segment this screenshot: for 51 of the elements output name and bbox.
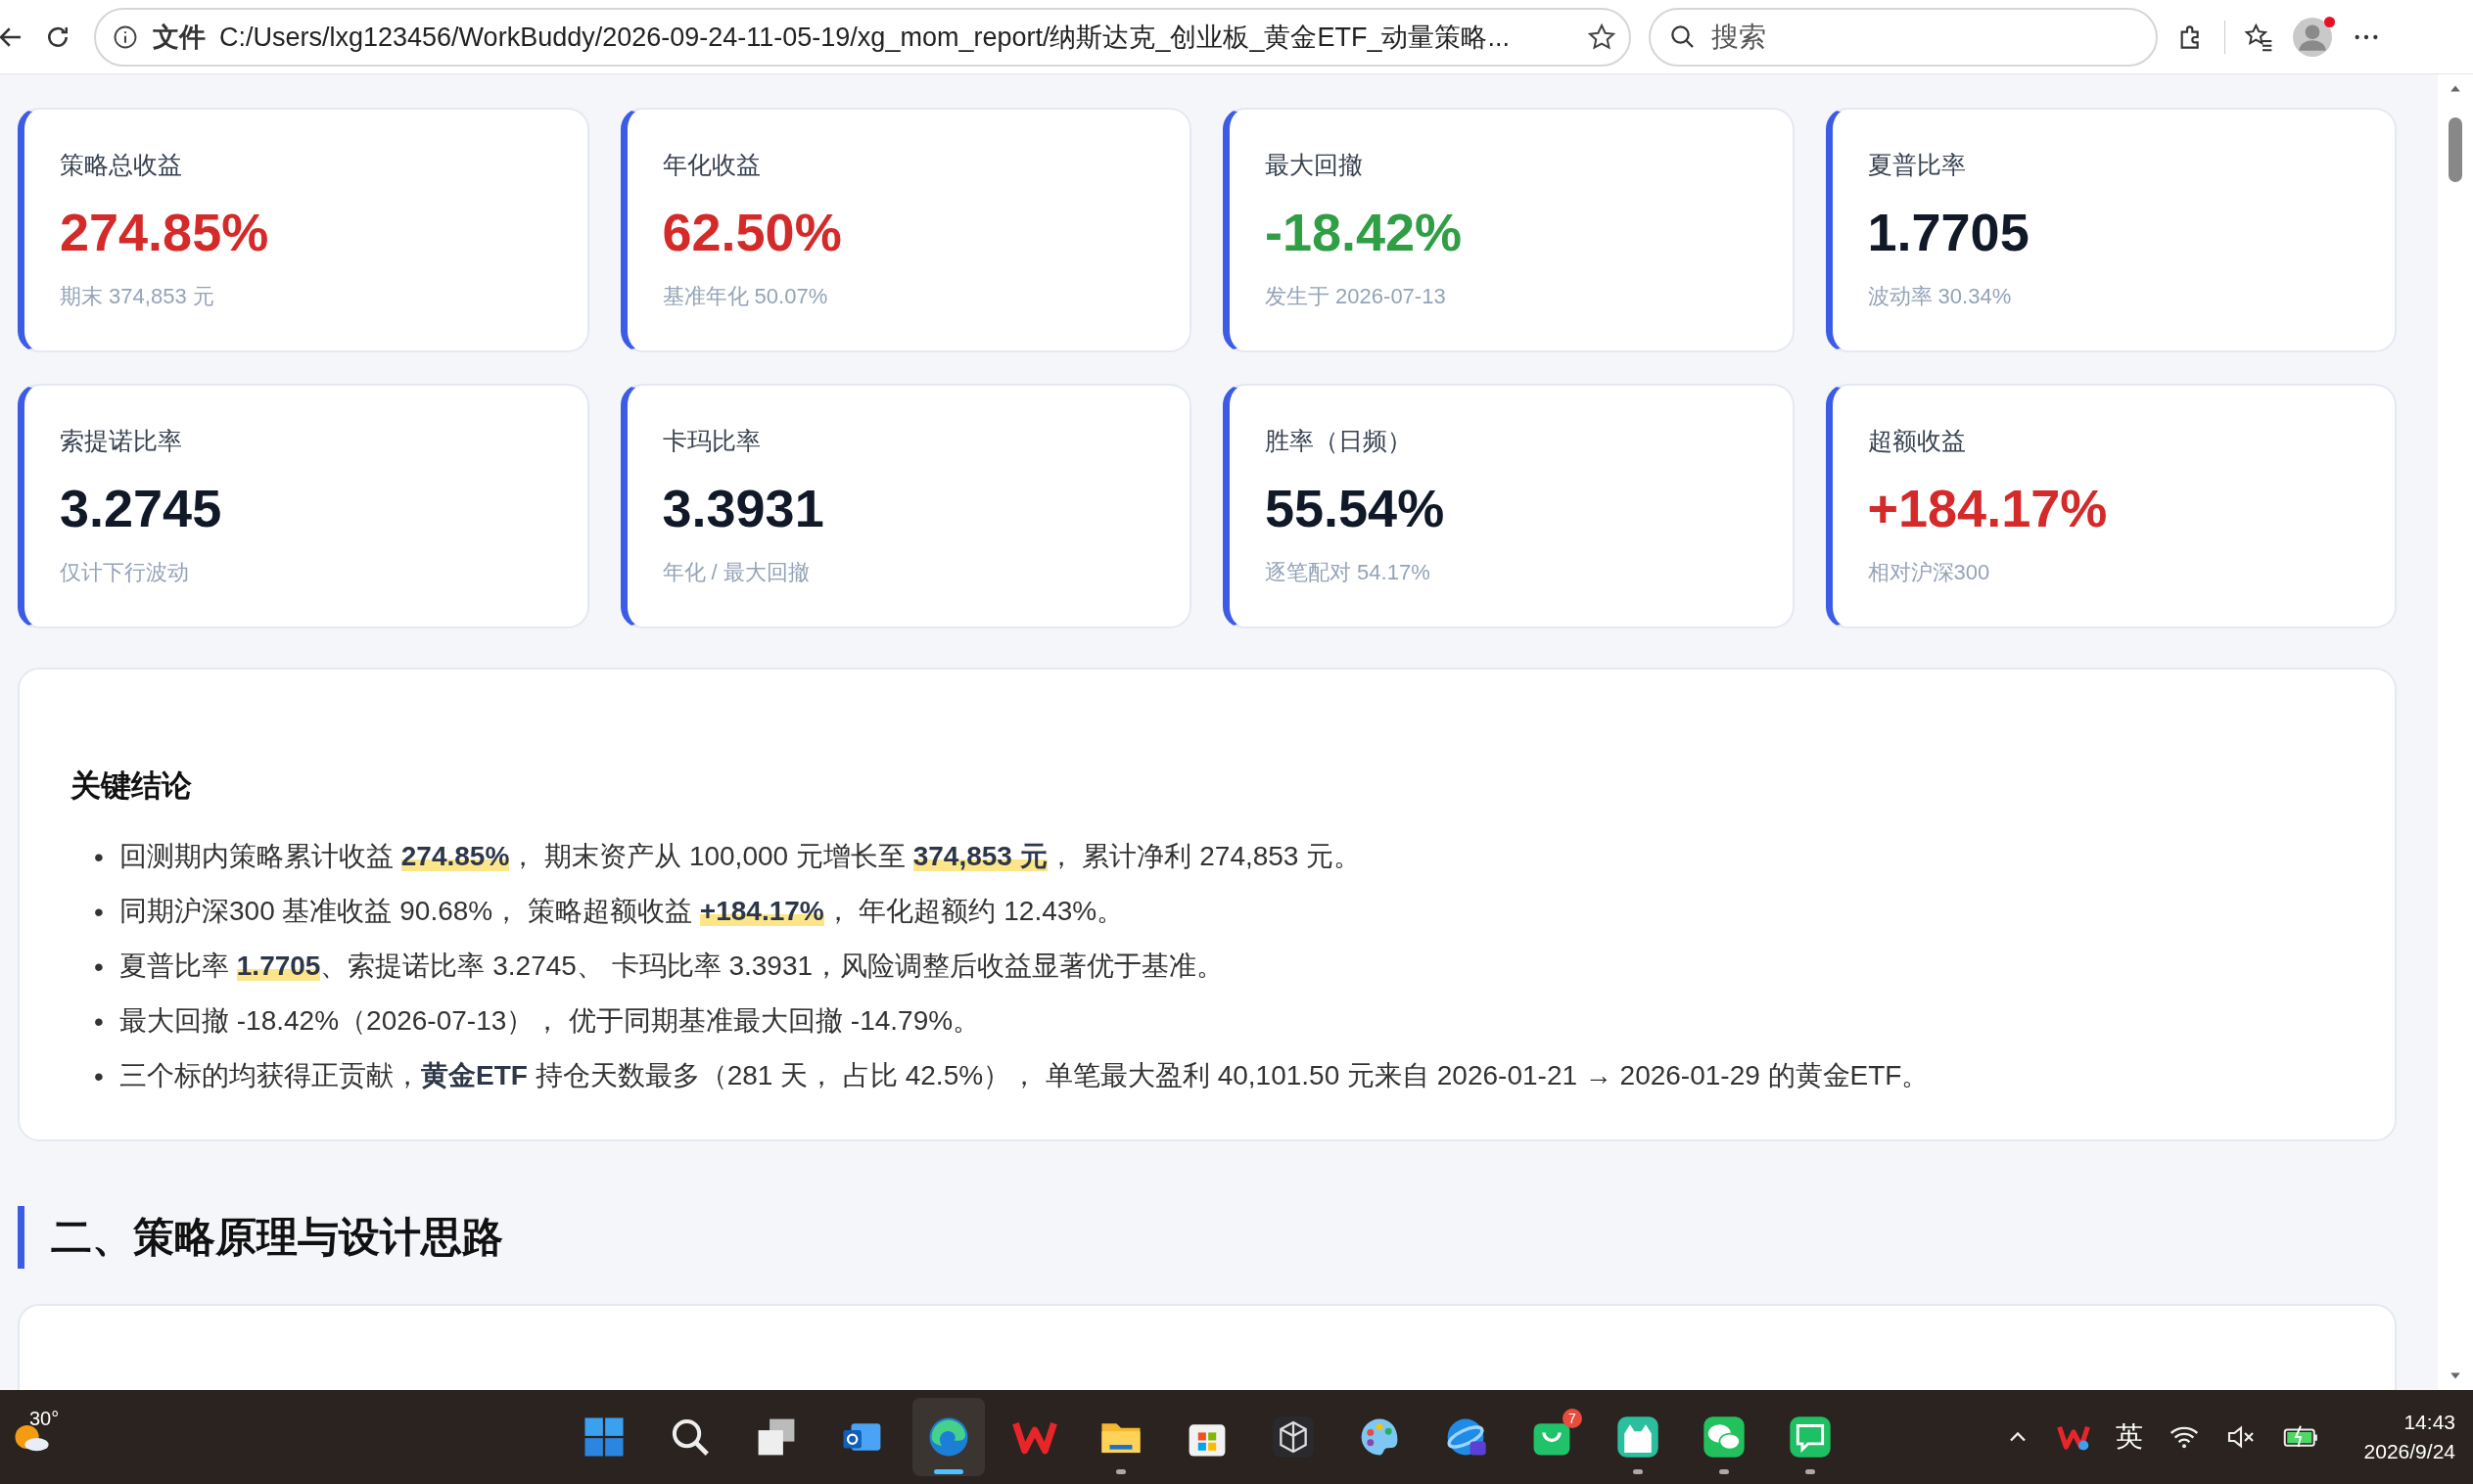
metric-note: 波动率 30.34%	[1867, 282, 2012, 310]
address-bar[interactable]: 文件 C:/Users/lxg123456/WorkBuddy/2026-09-24-11-05-19/xg_mom_report/纳斯达克_创业板_黄金ETF_动量策略...	[94, 7, 1631, 67]
bullet-marker: •	[94, 951, 105, 984]
profile-avatar-icon[interactable]	[2292, 16, 2333, 58]
metric-value: -18.42%	[1265, 202, 1463, 263]
metric-label: 胜率（日频）	[1265, 426, 1412, 456]
metric-label: 索提诺比率	[60, 426, 182, 456]
scrollbar[interactable]	[2438, 74, 2473, 1390]
metric-value: 62.50%	[662, 202, 842, 263]
metric-note: 发生于 2026-07-13	[1265, 282, 1446, 310]
metric-value: +184.17%	[1867, 478, 2108, 539]
metric-note: 仅计下行波动	[60, 558, 189, 586]
conclusion-item: 最大回撤 -18.42%（2026-07-13）， 优于同期基准最大回撤 -14.79%。	[119, 1004, 981, 1038]
metric-label: 夏普比率	[1867, 150, 1966, 180]
bullet-marker: •	[94, 841, 105, 874]
metric-value: 274.85%	[60, 202, 269, 263]
url-text: C:/Users/lxg123456/WorkBuddy/2026-09-24-11-05-19/xg_mom_report/纳斯达克_创业板_黄金ETF_动量策略...	[219, 21, 1511, 54]
clock-time[interactable]: 14:43	[2403, 1408, 2455, 1437]
file-label: 文件	[153, 21, 206, 54]
metric-note: 基准年化 50.07%	[662, 282, 828, 310]
metric-value: 1.7705	[1867, 202, 2030, 263]
section-heading: 二、策略原理与设计思路	[18, 1206, 2397, 1269]
start-icon[interactable]	[582, 1414, 627, 1460]
metric-note: 逐笔配对 54.17%	[1265, 558, 1430, 586]
search-field[interactable]: 搜索	[1649, 7, 2158, 67]
scrollbar-thumb[interactable]	[2449, 117, 2462, 182]
metric-label: 最大回撤	[1265, 150, 1363, 180]
conclusion-item: 三个标的均获得正贡献，黄金ETF 持仓天数最多（281 天， 占比 42.5%）， 单笔最大盈利 40,101.50 元来自 2026-01-21 → 2026-01-29 的黄金ETF。	[119, 1059, 1930, 1092]
message-icon[interactable]	[1788, 1414, 1833, 1460]
chat-bubbles-icon[interactable]	[1702, 1414, 1747, 1460]
cube-icon[interactable]	[1271, 1414, 1316, 1460]
metric-value: 3.2745	[60, 478, 222, 539]
favorites-icon[interactable]	[2243, 21, 2274, 53]
notification-badge: 7	[1563, 1409, 1582, 1428]
metric-note: 相对沪深300	[1867, 558, 1990, 586]
metric-label: 策略总收益	[60, 150, 182, 180]
bullet-marker: •	[94, 1005, 105, 1039]
metric-note: 期末 374,853 元	[60, 282, 214, 310]
metric-label: 超额收益	[1867, 426, 1966, 456]
metric-label: 卡玛比率	[662, 426, 761, 456]
temperature: 30°	[29, 1408, 60, 1430]
clock-date[interactable]: 2026/9/24	[2363, 1437, 2455, 1466]
cat-app-icon[interactable]	[1615, 1414, 1660, 1460]
metric-note: 年化 / 最大回撤	[662, 558, 810, 586]
metric-label: 年化收益	[662, 150, 761, 180]
bullet-marker: •	[94, 896, 105, 929]
metric-value: 55.54%	[1265, 478, 1445, 539]
input-method[interactable]: 英	[2115, 1418, 2143, 1456]
metric-value: 3.3931	[662, 478, 824, 539]
bullet-marker: •	[94, 1060, 105, 1093]
conclusions-title: 关键结论	[70, 767, 193, 805]
